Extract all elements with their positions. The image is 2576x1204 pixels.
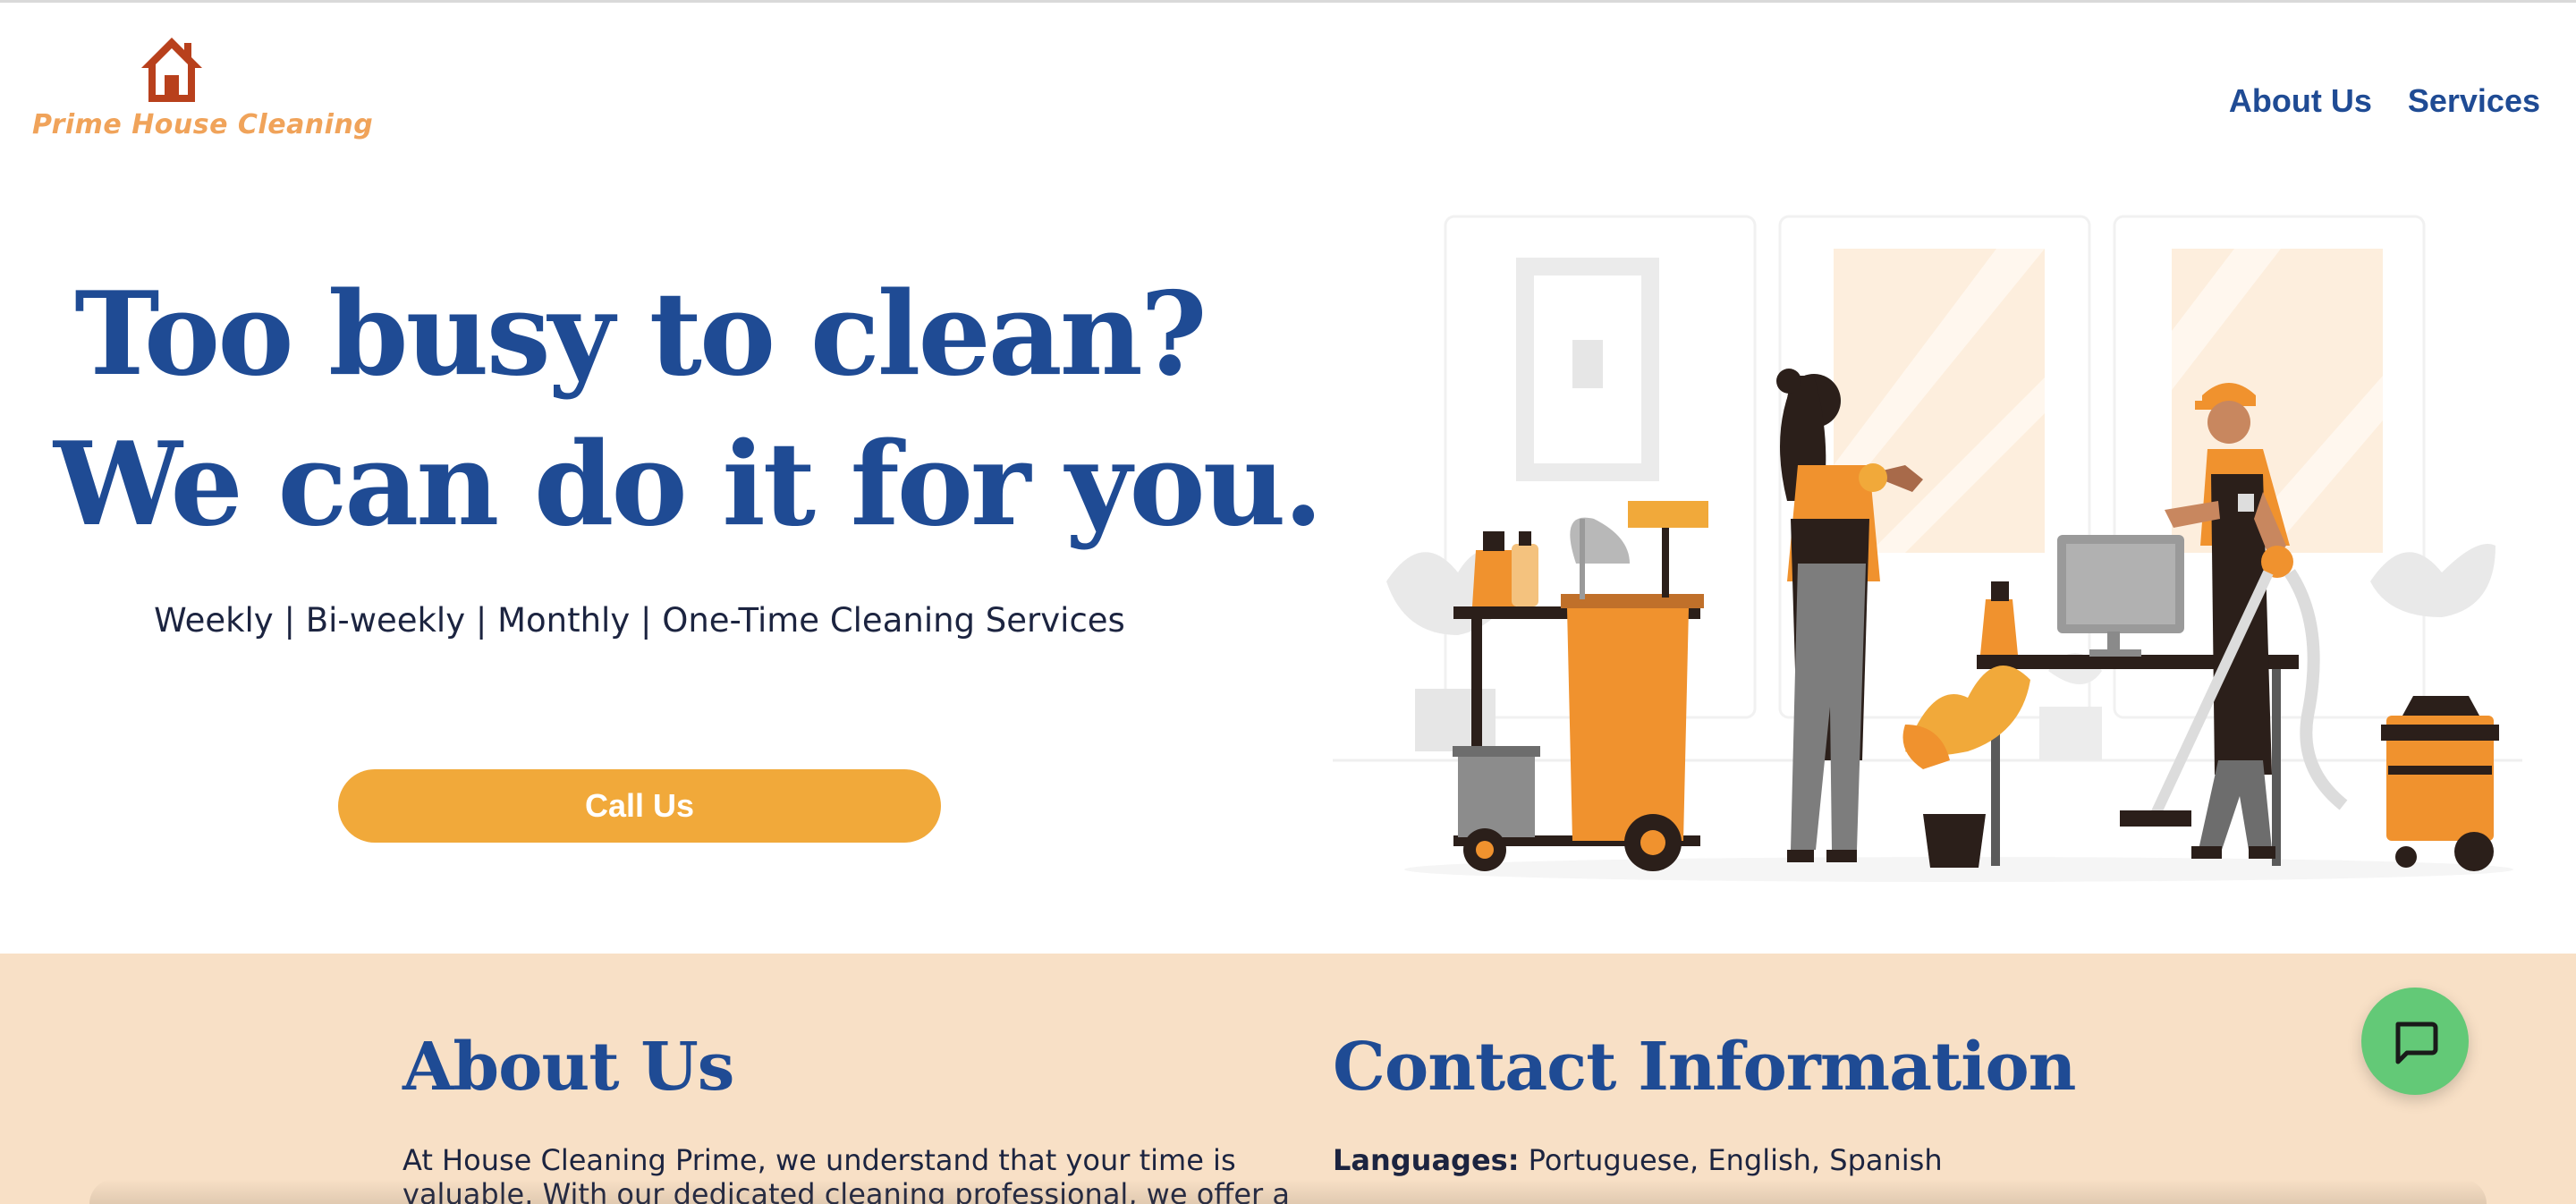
main-nav: About Us Services (2229, 82, 2540, 120)
hero-title-line-2: We can do it for you. (54, 418, 1323, 552)
house-icon (141, 38, 202, 102)
nav-services[interactable]: Services (2408, 82, 2540, 120)
nav-about-us[interactable]: About Us (2229, 82, 2372, 120)
hero-title-line-1: Too busy to clean? (74, 267, 1208, 402)
brand-name: Prime House Cleaning (32, 109, 374, 140)
languages-line: Languages: Portuguese, English, Spanish (1333, 1143, 1943, 1177)
call-us-button[interactable]: Call Us (338, 769, 941, 843)
languages-value: Portuguese, English, Spanish (1528, 1143, 1943, 1177)
hero-subtitle: Weekly | Bi-weekly | Monthly | One-Time … (154, 601, 1125, 640)
about-us-heading: About Us (402, 1029, 734, 1106)
chat-bubble-icon (2395, 1022, 2438, 1064)
cleaning-illustration (1333, 215, 2522, 882)
top-border (0, 0, 2576, 3)
bottom-shadow (89, 1179, 2487, 1204)
chat-button[interactable] (2361, 988, 2469, 1095)
hero-title: Too busy to clean? We can do it for you. (54, 259, 1323, 560)
contact-information-heading: Contact Information (1333, 1029, 2076, 1106)
site-logo[interactable]: Prime House Cleaning (32, 34, 374, 150)
languages-label: Languages: (1333, 1143, 1520, 1177)
